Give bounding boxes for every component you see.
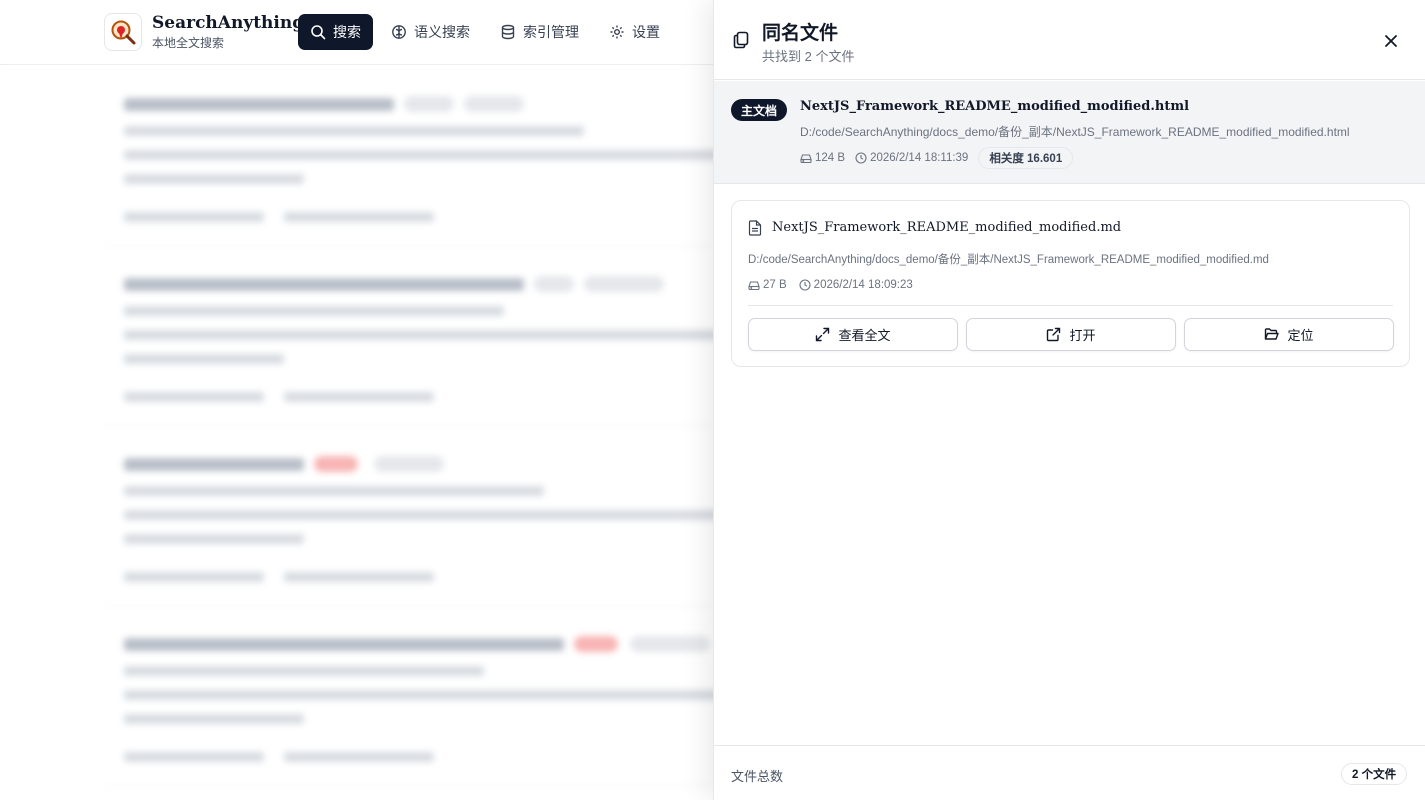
- nav-semantic-search[interactable]: 语义搜索: [379, 14, 482, 50]
- list-item[interactable]: [104, 266, 764, 426]
- primary-file-path: D:/code/SearchAnything/docs_demo/备份_副本/N…: [800, 125, 1350, 139]
- view-full-text-label: 查看全文: [838, 328, 891, 343]
- hard-drive-icon: [800, 154, 812, 164]
- clock-icon: [855, 152, 867, 164]
- list-item[interactable]: [104, 626, 764, 786]
- drawer-header: 同名文件 共找到 2 个文件: [714, 0, 1425, 80]
- same-name-files-drawer: 同名文件 共找到 2 个文件 主文档 NextJS_Framework_READ…: [713, 0, 1425, 800]
- nav-search[interactable]: 搜索: [298, 14, 373, 50]
- database-icon: [501, 24, 515, 40]
- file-path: D:/code/SearchAnything/docs_demo/备份_副本/N…: [748, 254, 1269, 266]
- external-link-icon: [1047, 327, 1061, 342]
- nav-settings[interactable]: 设置: [597, 14, 672, 50]
- open-button[interactable]: 打开: [966, 318, 1176, 351]
- primary-document: 主文档 NextJS_Framework_README_modified_mod…: [714, 81, 1425, 184]
- file-text-icon: [748, 220, 762, 236]
- nav-index-label: 索引管理: [523, 24, 579, 40]
- file-name: NextJS_Framework_README_modified_modifie…: [772, 220, 1122, 235]
- relevance-badge: 相关度 16.601: [978, 147, 1074, 169]
- open-label: 打开: [1069, 328, 1096, 343]
- close-button[interactable]: [1380, 30, 1402, 52]
- list-item[interactable]: [104, 446, 764, 606]
- total-files-label: 文件总数: [731, 769, 784, 784]
- locate-label: 定位: [1287, 328, 1314, 343]
- divider: [748, 305, 1393, 306]
- locate-button[interactable]: 定位: [1184, 318, 1394, 351]
- brand[interactable]: SearchAnything 本地全文搜索: [104, 13, 304, 51]
- expand-icon: [816, 327, 830, 342]
- app-subtitle: 本地全文搜索: [152, 36, 225, 50]
- primary-file-size: 124 B: [815, 152, 846, 164]
- list-item[interactable]: [104, 86, 764, 246]
- primary-file-meta: 124 B 2026/2/14 18:11:39 相关度 16.601: [800, 147, 1074, 169]
- main-nav: 搜索 语义搜索 索引管理 设置: [298, 14, 672, 50]
- close-icon: [1385, 35, 1397, 47]
- app-logo-icon: [104, 13, 142, 51]
- file-size: 27 B: [763, 279, 787, 291]
- primary-file-name: NextJS_Framework_README_modified_modifie…: [800, 99, 1190, 114]
- nav-search-label: 搜索: [333, 24, 361, 40]
- file-actions: 查看全文 打开 定位: [748, 318, 1394, 351]
- file-meta: 27 B 2026/2/14 18:09:23: [748, 279, 913, 291]
- search-icon: [311, 25, 326, 40]
- total-files-badge: 2 个文件: [1341, 763, 1408, 785]
- view-full-text-button[interactable]: 查看全文: [748, 318, 958, 351]
- nav-semantic-label: 语义搜索: [414, 24, 470, 40]
- primary-file-time: 2026/2/14 18:11:39: [870, 152, 969, 164]
- copy-icon: [733, 31, 749, 49]
- file-card: NextJS_Framework_README_modified_modifie…: [731, 200, 1410, 367]
- nav-settings-label: 设置: [632, 24, 660, 40]
- file-time: 2026/2/14 18:09:23: [813, 279, 913, 291]
- clock-icon: [799, 279, 811, 291]
- folder-open-icon: [1265, 328, 1280, 340]
- drawer-subtitle: 共找到 2 个文件: [762, 49, 855, 64]
- nav-index-management[interactable]: 索引管理: [488, 14, 591, 50]
- primary-badge: 主文档: [731, 99, 788, 121]
- drawer-title: 同名文件: [762, 23, 839, 44]
- hard-drive-icon: [748, 281, 760, 291]
- brain-icon: [392, 25, 406, 39]
- app-name: SearchAnything: [152, 13, 305, 33]
- gear-icon: [610, 25, 624, 39]
- drawer-footer: 文件总数 2 个文件: [714, 745, 1425, 800]
